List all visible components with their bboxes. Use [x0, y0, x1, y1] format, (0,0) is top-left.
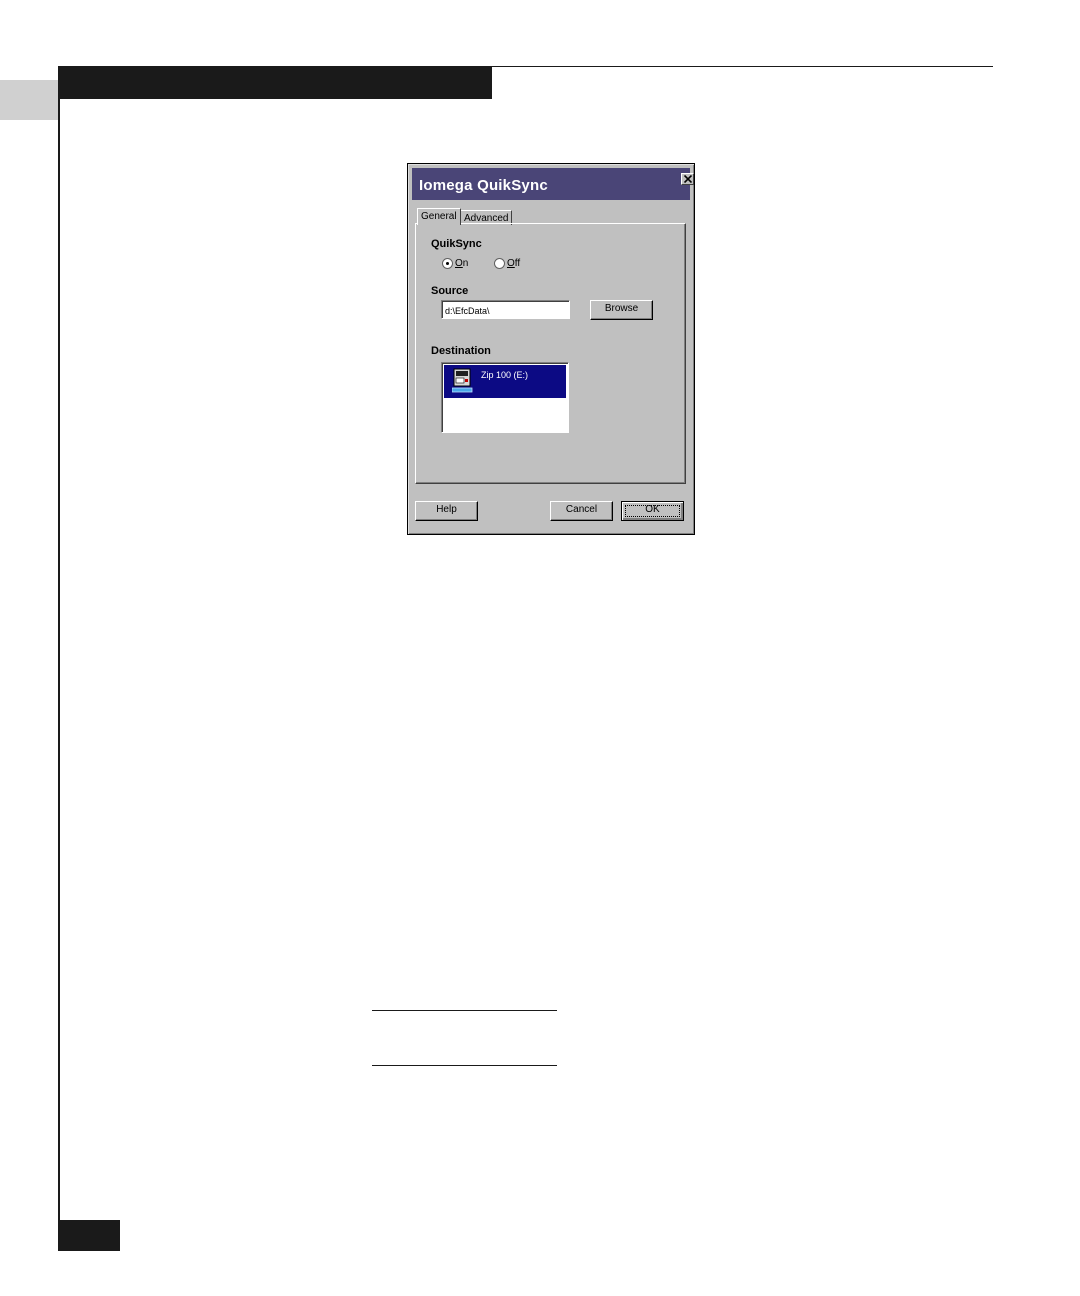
ok-focus-ring [625, 505, 680, 517]
list-item[interactable]: Zip 100 (E:) [444, 365, 566, 398]
quiksync-dialog: Iomega QuikSync General Advanced QuikSyn… [407, 163, 695, 535]
source-label: Source [431, 285, 469, 297]
page-header-bar [58, 66, 492, 99]
quiksync-on-radio[interactable] [442, 258, 453, 269]
quiksync-on-label[interactable]: On [455, 258, 468, 269]
quiksync-off-label[interactable]: Off [507, 258, 520, 269]
destination-list[interactable]: Zip 100 (E:) [441, 362, 569, 433]
help-button[interactable]: Help [415, 501, 478, 521]
page-divider-top [372, 1010, 557, 1011]
browse-button-label: Browse [604, 303, 639, 314]
close-icon [684, 175, 692, 183]
cancel-button[interactable]: Cancel [550, 501, 613, 521]
dialog-titlebar[interactable]: Iomega QuikSync [412, 168, 694, 200]
list-item-label: Zip 100 (E:) [481, 370, 529, 380]
destination-label: Destination [431, 345, 491, 357]
quiksync-off-radio[interactable] [494, 258, 505, 269]
general-tab-panel: QuikSync On Off Source Browse Destinatio… [415, 223, 686, 484]
zip-drive-icon [452, 368, 473, 393]
tab-general[interactable]: General [417, 208, 461, 225]
quiksync-label: QuikSync [431, 238, 482, 250]
dialog-title: Iomega QuikSync [419, 177, 548, 194]
source-input[interactable] [441, 300, 570, 319]
page-divider-bottom [372, 1065, 557, 1066]
page-side-tab [0, 80, 58, 120]
ok-button[interactable]: OK [621, 501, 684, 521]
help-button-label: Help [436, 504, 457, 515]
page-left-rule [58, 99, 60, 1251]
browse-button[interactable]: Browse [590, 300, 653, 320]
cancel-button-label: Cancel [565, 504, 598, 515]
page-footer-block [58, 1220, 120, 1251]
close-button[interactable] [681, 173, 694, 185]
page-header-rule [492, 66, 993, 67]
